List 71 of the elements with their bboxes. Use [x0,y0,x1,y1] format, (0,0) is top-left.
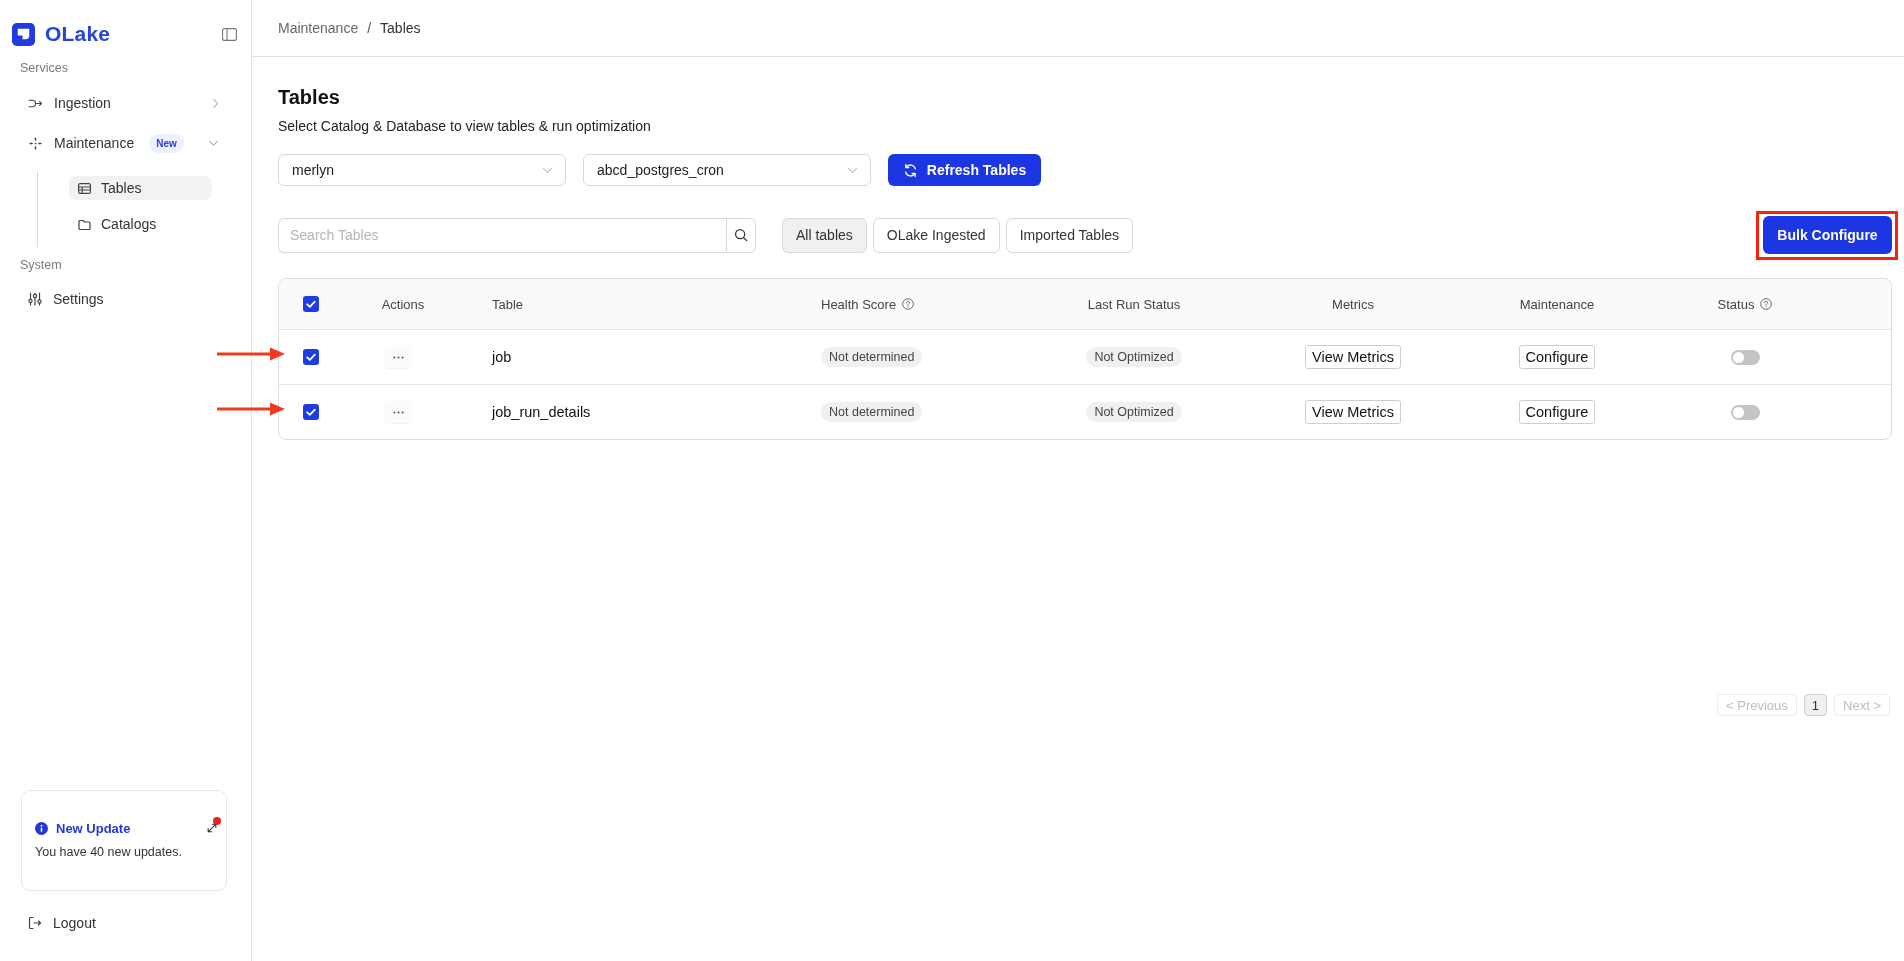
checkbox[interactable] [303,296,319,312]
column-header: Last Run Status [1087,296,1181,312]
select-dropdown[interactable]: abcd_postgres_cron [583,154,871,186]
sidebar-toggle-icon[interactable] [222,27,237,41]
info-icon [35,821,48,835]
table-name: job [492,349,512,365]
bulk-configure-button[interactable]: Bulk Configure [1763,216,1892,254]
nav-item[interactable]: Maintenance New [0,123,251,163]
search-button[interactable] [726,217,756,253]
more-icon [392,410,404,414]
sparkle-icon [28,135,43,151]
nav-item[interactable]: Ingestion [0,83,251,123]
column-header: Health Score [821,296,897,312]
column-header: Status [1717,296,1755,312]
configure-button[interactable]: Configure [1518,400,1596,424]
section-heading: System [19,257,63,273]
nav-badge: New [149,133,184,153]
health-score-tag: Not determined [821,402,923,422]
nav-subitem[interactable]: Catalogs [69,212,212,236]
more-button[interactable] [385,401,411,423]
chevron-right-icon[interactable] [212,97,219,109]
filter-tab[interactable]: Imported Tables [1005,217,1134,253]
status-toggle[interactable] [1730,404,1760,420]
filter-tab[interactable]: OLake Ingested [872,217,1000,253]
ingestion-icon [28,97,43,109]
refresh-icon [902,162,918,178]
expand-icon[interactable] [206,822,218,834]
run-status-tag: Not Optimized [1086,347,1182,367]
nav-item[interactable]: Settings [0,279,251,319]
logo-text: OLake [45,22,111,46]
page-button[interactable]: 1 [1803,694,1828,716]
breadcrumb-link[interactable]: Maintenance [278,20,359,36]
nav-subitem[interactable]: Tables [69,176,212,200]
help-icon[interactable] [1760,298,1773,310]
sliders-icon [28,292,42,306]
search-field[interactable]: Search Tables [278,217,726,253]
checkbox[interactable] [303,349,319,365]
section-heading: Services [19,60,69,76]
breadcrumb-separator: / [367,20,372,36]
table-name: job_run_details [492,404,591,420]
refresh-button[interactable]: Refresh Tables [888,154,1041,186]
column-header: Table [492,296,524,312]
run-status-tag: Not Optimized [1086,402,1182,422]
logout-icon [28,916,42,930]
view-metrics-button[interactable]: View Metrics [1305,345,1401,369]
breadcrumb-current: Tables [380,20,421,36]
column-header: Metrics [1332,296,1374,312]
column-header: Actions [381,296,425,312]
more-icon [392,355,404,359]
status-toggle[interactable] [1730,349,1760,365]
update-message: You have 40 new updates. [35,845,183,859]
page-subtitle: Select Catalog & Database to view tables & run optimization [278,118,651,135]
chevron-down-icon[interactable] [208,139,219,147]
update-title: New Update [56,820,131,836]
caret-icon [847,166,858,174]
folder-icon [78,218,91,230]
help-icon[interactable] [902,298,915,310]
logo-icon [12,22,35,46]
configure-button[interactable]: Configure [1518,345,1596,369]
table-icon [78,182,91,194]
column-header: Maintenance [1519,296,1595,312]
page-title: Tables [278,85,340,109]
health-score-tag: Not determined [821,347,923,367]
view-metrics-button[interactable]: View Metrics [1305,400,1401,424]
checkbox[interactable] [303,404,319,420]
caret-icon [542,166,553,174]
more-button[interactable] [385,346,411,368]
select-dropdown[interactable]: merlyn [278,154,566,186]
logout-item[interactable]: Logout [0,909,251,937]
search-icon [734,228,748,242]
filter-tab[interactable]: All tables [782,217,867,253]
